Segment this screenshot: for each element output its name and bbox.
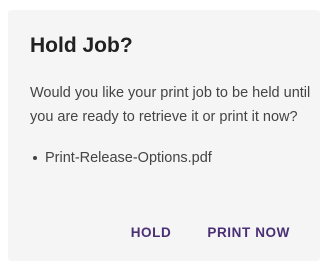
file-name: Print-Release-Options.pdf — [45, 150, 212, 166]
print-now-button[interactable]: PRINT NOW — [197, 217, 300, 247]
dialog-title: Hold Job? — [30, 34, 133, 57]
hold-job-dialog: Hold Job? Would you like your print job … — [8, 10, 320, 261]
file-list: Print-Release-Options.pdf — [30, 146, 300, 170]
hold-button[interactable]: HOLD — [121, 217, 182, 247]
dialog-actions: HOLD PRINT NOW — [121, 217, 300, 247]
list-item: Print-Release-Options.pdf — [30, 146, 300, 170]
dialog-message: Would you like your print job to be held… — [30, 85, 311, 125]
bullet-icon — [33, 156, 37, 160]
